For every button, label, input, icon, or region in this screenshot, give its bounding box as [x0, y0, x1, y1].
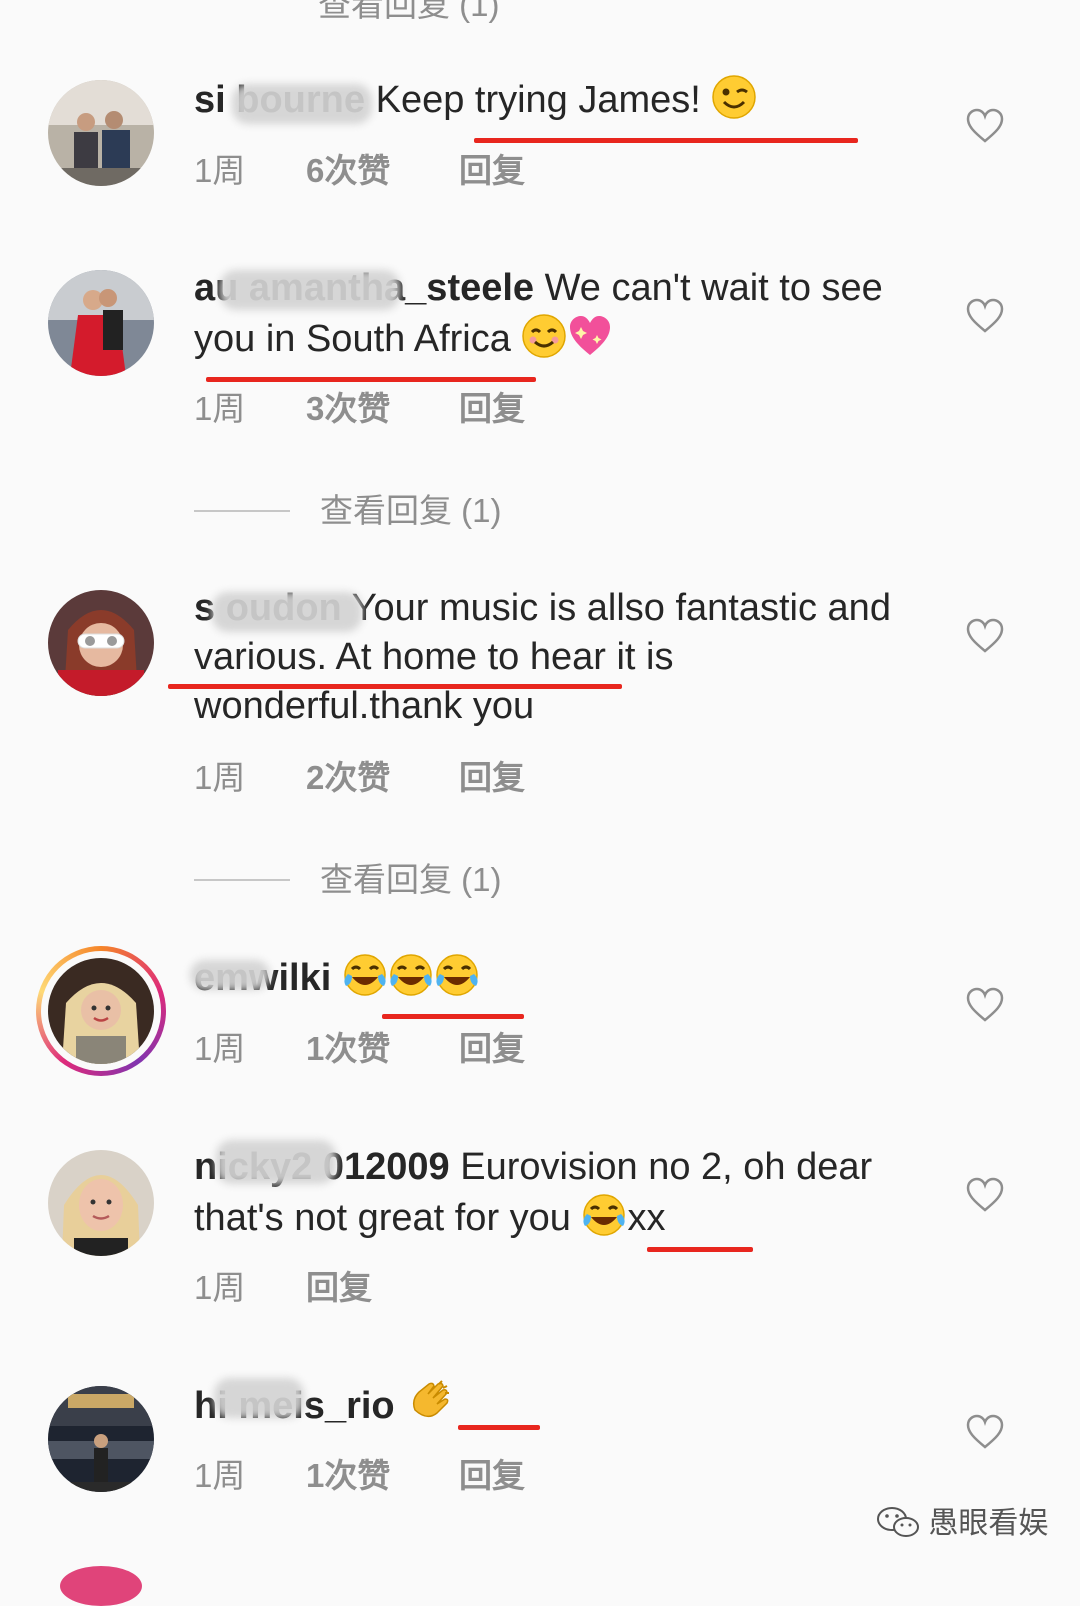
comment-meta: 1周 1次赞 回复 — [194, 1449, 525, 1497]
comment-time: 1周 — [194, 1457, 246, 1494]
annotation-underline — [647, 1247, 753, 1252]
divider-line — [194, 510, 290, 512]
redaction-blur — [232, 84, 372, 124]
comment-meta: 1周 回复 — [194, 1261, 372, 1309]
comment-time: 1周 — [194, 152, 246, 189]
annotation-underline — [458, 1425, 540, 1430]
divider-line — [194, 879, 290, 881]
redaction-blur — [214, 1378, 304, 1418]
like-count[interactable]: 3次赞 — [306, 382, 459, 430]
tears-of-joy-emoji — [342, 952, 388, 998]
redaction-blur — [212, 592, 362, 632]
comment-time: 1周 — [194, 390, 246, 427]
smile-emoji — [521, 313, 567, 359]
heart-icon[interactable] — [966, 1414, 1004, 1450]
comment-time: 1周 — [194, 1030, 246, 1067]
comment-time: 1周 — [194, 1269, 246, 1306]
annotation-underline — [382, 1014, 524, 1019]
avatar[interactable] — [48, 80, 154, 186]
avatar — [48, 958, 154, 1064]
redaction-blur — [190, 960, 270, 990]
clapping-hands-emoji — [405, 1380, 451, 1426]
like-count[interactable]: 1次赞 — [306, 1449, 459, 1497]
tears-of-joy-emoji — [388, 952, 434, 998]
tears-of-joy-emoji — [434, 952, 480, 998]
sparkling-heart-emoji — [567, 313, 613, 359]
like-count[interactable]: 6次赞 — [306, 144, 459, 192]
heart-icon[interactable] — [966, 298, 1004, 334]
reply-button[interactable]: 回复 — [459, 751, 525, 799]
reply-button[interactable]: 回复 — [459, 144, 525, 192]
comment-meta: 1周 3次赞 回复 — [194, 382, 525, 430]
heart-icon[interactable] — [966, 108, 1004, 144]
reply-button[interactable]: 回复 — [306, 1261, 372, 1309]
avatar-story-ring[interactable] — [36, 946, 166, 1076]
wechat-icon — [877, 1507, 919, 1537]
comment-text: hi meis_rio — [194, 1380, 934, 1431]
redaction-blur — [220, 270, 400, 310]
view-replies-link-partial[interactable]: 查看回复 (1) — [318, 0, 500, 26]
comment-meta: 1周 2次赞 回复 — [194, 751, 525, 799]
avatar-partial — [60, 1566, 142, 1606]
avatar[interactable] — [48, 590, 154, 696]
reply-button[interactable]: 回复 — [459, 382, 525, 430]
watermark: 愚眼看娱 — [876, 1498, 1048, 1542]
avatar[interactable] — [48, 1386, 154, 1492]
tears-of-joy-emoji — [581, 1192, 627, 1238]
avatar[interactable] — [48, 1150, 154, 1256]
reply-button[interactable]: 回复 — [459, 1449, 525, 1497]
like-count[interactable]: 2次赞 — [306, 751, 459, 799]
annotation-underline — [474, 138, 858, 143]
comment-meta: 1周 6次赞 回复 — [194, 144, 525, 192]
heart-icon[interactable] — [966, 987, 1004, 1023]
annotation-underline — [168, 684, 622, 689]
avatar[interactable] — [48, 270, 154, 376]
view-replies-link[interactable]: 查看回复 (1) — [194, 484, 502, 532]
comment-meta: 1周 1次赞 回复 — [194, 1022, 525, 1070]
view-replies-link[interactable]: 查看回复 (1) — [194, 853, 502, 901]
comment-text: emwilki — [194, 952, 934, 1003]
redaction-blur — [216, 1140, 336, 1184]
comment-time: 1周 — [194, 759, 246, 796]
reply-button[interactable]: 回复 — [459, 1022, 525, 1070]
like-count[interactable]: 1次赞 — [306, 1022, 459, 1070]
heart-icon[interactable] — [966, 618, 1004, 654]
heart-icon[interactable] — [966, 1177, 1004, 1213]
wink-face-emoji — [711, 74, 757, 120]
